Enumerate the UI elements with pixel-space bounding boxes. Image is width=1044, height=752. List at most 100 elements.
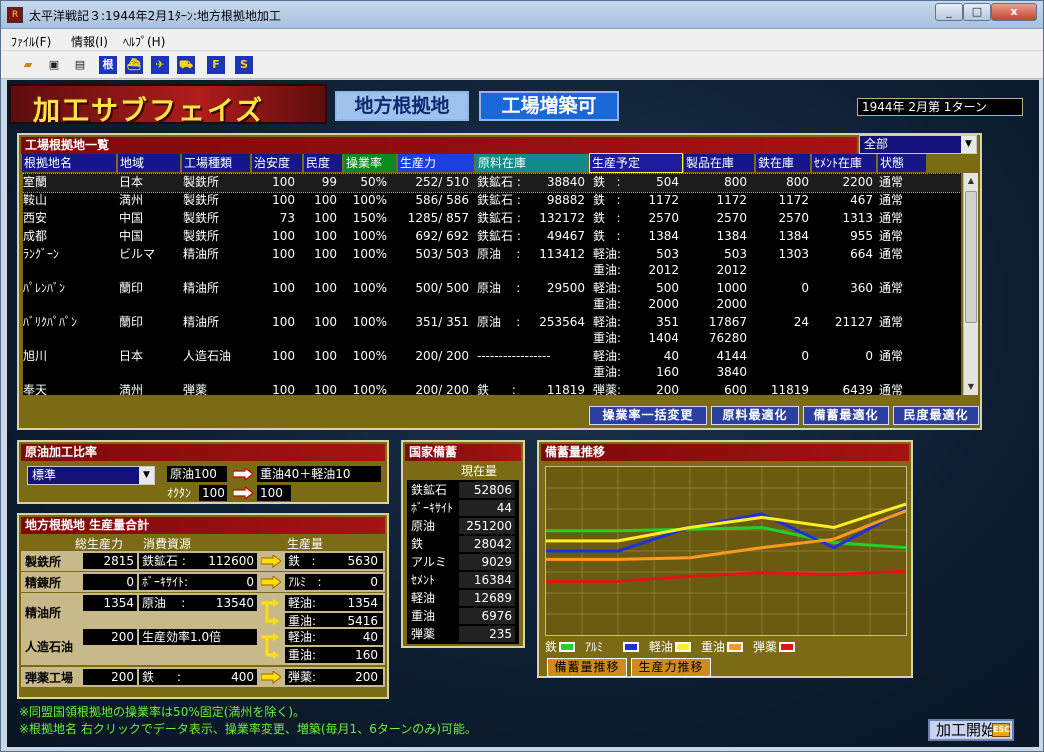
mode-expand[interactable]: 工場増築可 [479, 91, 619, 121]
scroll-up-icon[interactable]: ▲ [964, 173, 978, 189]
table-cell: 鞍山 [23, 193, 48, 207]
table-cell: 586/ 586 [415, 193, 469, 207]
table-cell: 100% [352, 315, 387, 329]
table-row[interactable]: ﾊﾟﾚﾝﾊﾞﾝ 蘭印 精油所 100 100 100% 500/ 500 原油 :29500 0… [23, 280, 961, 314]
menu-help[interactable]: ﾍﾙﾌﾟ(H) [123, 33, 165, 50]
column-header[interactable]: 製品在庫 [684, 154, 754, 172]
legend-swatch [623, 642, 639, 652]
reserve-label: 鉄鉱石 [411, 483, 448, 497]
s-button[interactable]: S [235, 56, 253, 74]
column-header[interactable]: ｾﾒﾝﾄ在庫 [812, 154, 876, 172]
maximize-button[interactable]: □ [963, 3, 991, 21]
output-qty: 0 [370, 575, 378, 589]
filter-select[interactable]: 全部 ▼ [859, 135, 977, 154]
legend-swatch [727, 642, 743, 652]
table-row[interactable]: 室蘭 日本 製鉄所 100 99 50% 252/ 510 鉄鉱石 :38840 800 2200… [23, 173, 961, 193]
minimize-button[interactable]: _ [935, 3, 963, 21]
column-header[interactable]: 鉄在庫 [756, 154, 810, 172]
morale-optimize-button[interactable]: 民度最適化 [893, 406, 979, 425]
menu-info[interactable]: 情報(I) [71, 33, 108, 50]
column-header[interactable]: 原料在庫 [476, 154, 588, 172]
crude-input: 原油100 [167, 466, 227, 482]
product-stock: 2012 [716, 263, 747, 277]
table-cell: 503/ 503 [415, 247, 469, 261]
plan-qty: 200 [656, 383, 679, 395]
esc-badge: ESC [992, 723, 1010, 737]
table-row[interactable]: ﾗﾝｸﾞｰﾝ ビルマ 精油所 100 100 100% 503/ 503 原油 :113412… [23, 246, 961, 280]
bases-title: 工場根拠地一覧 [21, 137, 857, 154]
bulk-rate-button[interactable]: 操業率一括変更 [589, 406, 707, 425]
table-cell: 24 [793, 315, 809, 329]
table-row[interactable]: 西安 中国 製鉄所 73 100 150% 1285/ 857 鉄鉱石 :132172 2570… [23, 210, 961, 228]
open-folder-icon[interactable]: ▰ [19, 56, 37, 74]
column-header[interactable]: 治安度 [252, 154, 302, 172]
table-cell: 11819 [770, 383, 809, 395]
close-button[interactable]: x [991, 3, 1037, 21]
fleet-icon[interactable]: ⛟ [177, 56, 195, 74]
table-cell: 664 [850, 247, 873, 261]
table-cell: 100 [314, 229, 337, 243]
phase-title: 加工サブフェイズ [33, 96, 265, 127]
column-header[interactable]: 民度 [304, 154, 342, 172]
table-row[interactable]: 奉天 満州 弾薬 100 100 100% 200/ 200 鉄 :11819 11819 643… [23, 382, 961, 395]
facility-capacity: 200 [83, 629, 137, 645]
column-header[interactable]: 状態 [878, 154, 926, 172]
table-cell: 1285/ 857 [407, 211, 469, 225]
table-cell: 製鉄所 [183, 211, 220, 225]
tab-capacity-trend[interactable]: 生産力推移 [631, 658, 711, 677]
table-cell: 100 [272, 175, 295, 189]
table-cell: 692/ 692 [415, 229, 469, 243]
legend-swatch [675, 642, 691, 652]
scroll-thumb[interactable] [965, 191, 977, 323]
table-cell: ----------------- [477, 349, 551, 363]
plan-label: 弾薬: [593, 383, 622, 395]
plane-icon[interactable]: ✈ [151, 56, 169, 74]
plan-label: 軽油: [593, 281, 622, 295]
column-header[interactable]: 生産力 [398, 154, 474, 172]
product-stock: 76280 [708, 331, 747, 345]
table-row[interactable]: 鞍山 満州 製鉄所 100 100 100% 586/ 586 鉄鉱石 :98882 1172 4… [23, 192, 961, 210]
arrow-right-icon [261, 555, 281, 568]
reserve-value: 9029 [459, 554, 515, 570]
table-cell: 1303 [778, 247, 809, 261]
table-cell: 旭川 [23, 349, 48, 363]
col-capacity: 総生産力 [75, 537, 124, 551]
f-button[interactable]: F [207, 56, 225, 74]
plan-label: 軽油: [593, 247, 622, 261]
table-cell: 50% [360, 175, 387, 189]
scroll-down-icon[interactable]: ▼ [964, 379, 978, 395]
print-icon[interactable]: ▤ [71, 56, 89, 74]
table-cell: 100% [352, 193, 387, 207]
filter-value: 全部 [864, 137, 889, 151]
ship-icon[interactable]: ⛴ [125, 56, 143, 74]
tab-reserve-trend[interactable]: 備蓄量推移 [547, 658, 627, 677]
mode-local-base[interactable]: 地方根拠地 [335, 91, 469, 121]
material-optimize-button[interactable]: 原料最適化 [711, 406, 799, 425]
bases-table[interactable]: 室蘭 日本 製鉄所 100 99 50% 252/ 510 鉄鉱石 :38840 800 2200… [23, 173, 961, 395]
table-scrollbar[interactable]: ▲ ▼ [963, 173, 978, 395]
column-header[interactable]: 地域 [118, 154, 180, 172]
product-stock: 1172 [716, 193, 747, 207]
column-header[interactable]: 根拠地名 [22, 154, 116, 172]
reserve-optimize-button[interactable]: 備蓄最適化 [803, 406, 889, 425]
start-processing-button[interactable]: 加工開始 ESC [928, 719, 1014, 741]
table-row[interactable]: 旭川 日本 人造石油 100 100 100% 200/ 200 --------------… [23, 348, 961, 382]
column-header[interactable]: 生産予定 [589, 153, 683, 173]
legend-label: 弾薬 [753, 640, 778, 654]
table-row[interactable]: ﾊﾞﾘｸﾊﾟﾊﾟﾝ 蘭印 精油所 100 100 100% 351/ 351 原油 :2535… [23, 314, 961, 348]
facility-capacity: 0 [83, 574, 137, 590]
crude-ratio-select[interactable]: 標準 ▼ [27, 466, 155, 485]
table-row[interactable]: 成都 中国 製鉄所 100 100 100% 692/ 692 鉄鉱石 :49467 1384 9… [23, 228, 961, 246]
table-cell: 500/ 500 [415, 281, 469, 295]
reserve-label: アルミ [411, 555, 447, 569]
menu-file[interactable]: ﾌｧｲﾙ(F) [11, 33, 51, 50]
column-header[interactable]: 操業率 [344, 154, 396, 172]
table-cell: 100 [272, 229, 295, 243]
table-cell: 製鉄所 [183, 229, 220, 243]
base-button[interactable]: 根 [99, 56, 117, 74]
arrow-right-icon [261, 671, 281, 684]
column-header[interactable]: 工場種類 [182, 154, 250, 172]
reserve-label: ﾎﾞｰｷｻｲﾄ [411, 501, 454, 515]
note-rightclick: ※根拠地名 右クリックでデータ表示、操業率変更、増築(毎月1、6ターンのみ)可能… [19, 722, 477, 736]
save-icon[interactable]: ▣ [45, 56, 63, 74]
